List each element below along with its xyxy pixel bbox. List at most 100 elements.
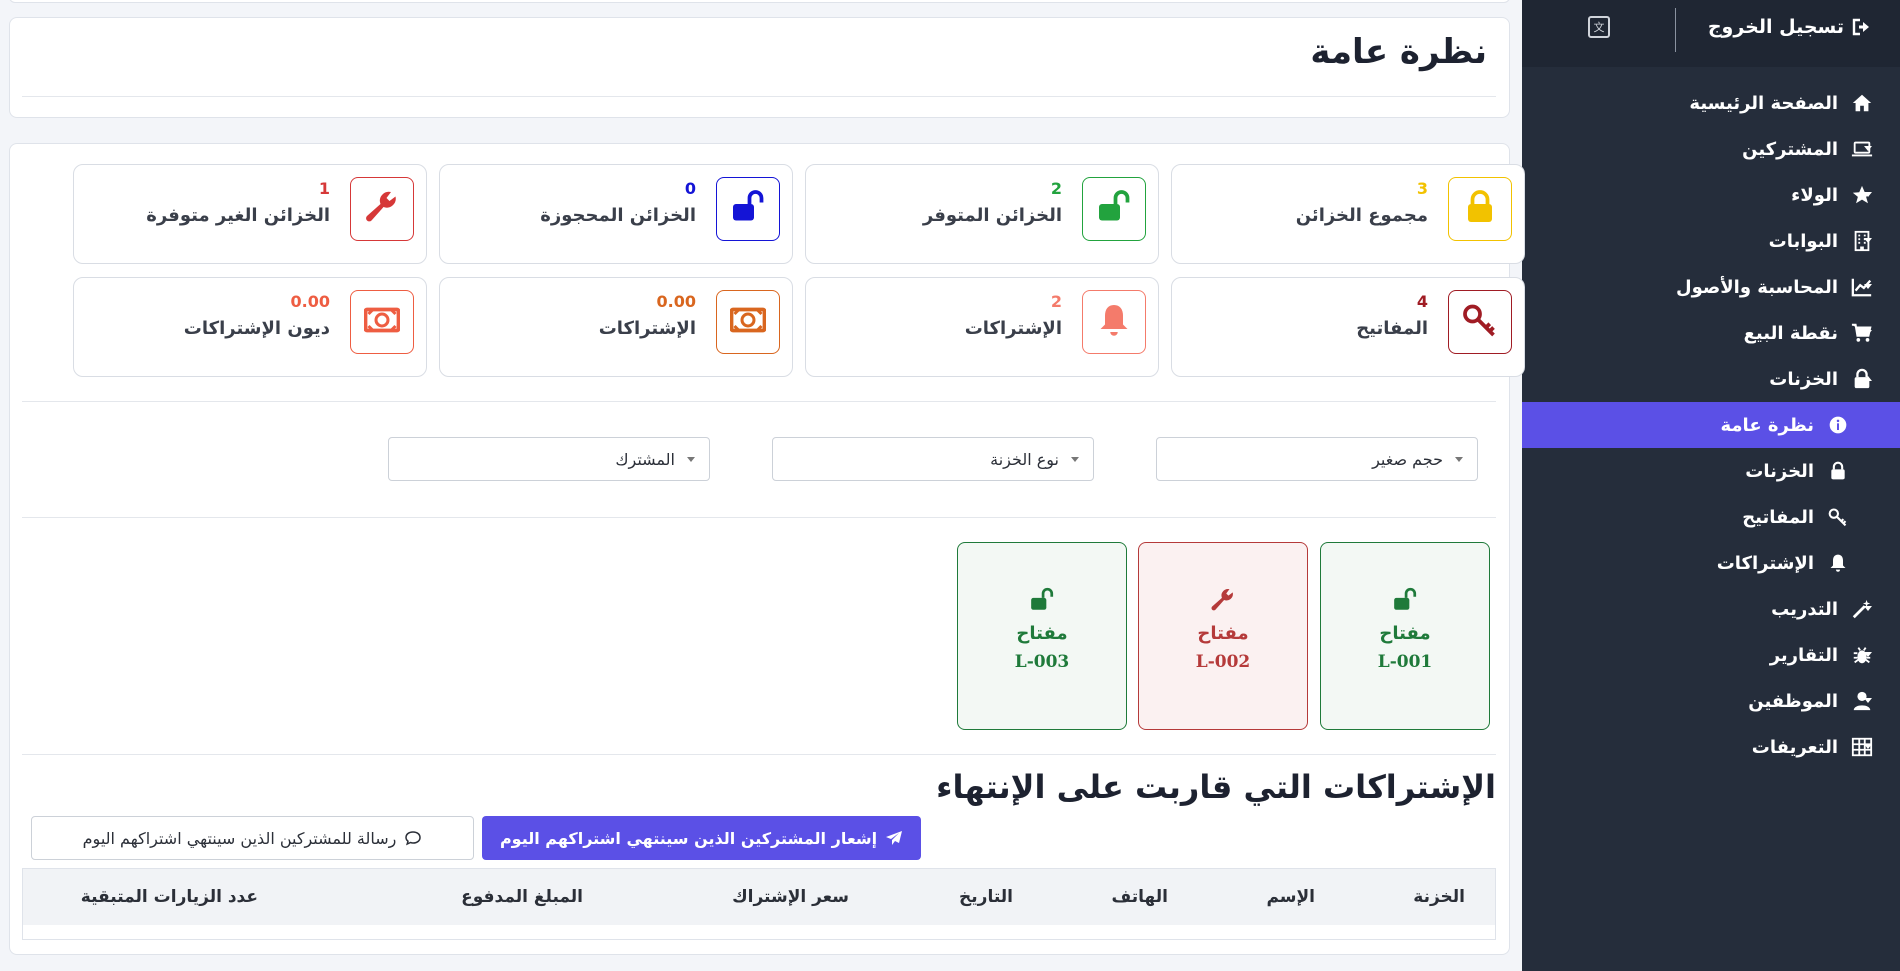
- stat-icon-box: [716, 290, 780, 354]
- money-icon: [363, 302, 401, 342]
- stat-label: الخزائن المتوفر: [922, 205, 1062, 226]
- stat-value: 4: [1416, 292, 1428, 311]
- sidebar-item[interactable]: الصفحة الرئيسية: [1522, 80, 1900, 126]
- chevron-down-icon: [1864, 330, 1872, 335]
- chevron-down-icon: [1864, 146, 1872, 151]
- sign-out-icon: [1852, 18, 1869, 36]
- locker-type-select-value: نوع الخزنة: [990, 450, 1059, 469]
- stat-label: الخزائن المحجوزة: [540, 205, 696, 226]
- message-expiring-label: رسالة للمشتركين الذين سينتهي اشتراكهم ال…: [82, 828, 397, 848]
- stat-label: الإشتراكات: [964, 318, 1062, 339]
- size-select-value: حجم صغير: [1372, 450, 1443, 469]
- stat-card: 0 الخزائن المحجوزة: [439, 164, 793, 264]
- stat-value: 2: [1050, 179, 1062, 198]
- expiring-title: الإشتراكات التي قاربت على الإنتهاء: [936, 768, 1496, 806]
- sidebar-item-label: نظرة عامة: [1720, 414, 1815, 436]
- sidebar-item-label: المفاتيح: [1742, 506, 1814, 528]
- key-name: مفتاح: [1197, 623, 1249, 644]
- chevron-down-icon: [1864, 652, 1872, 657]
- stat-value: 0.00: [290, 292, 330, 311]
- stat-card: 0.00 ديون الإشتراكات: [73, 277, 427, 377]
- sidebar-item-label: المحاسبة والأصول: [1675, 276, 1838, 298]
- stat-icon-box: [350, 177, 414, 241]
- bell-icon: [1096, 302, 1132, 342]
- unlock-icon: [1029, 587, 1055, 613]
- subscriber-select[interactable]: المشترك: [388, 437, 710, 481]
- paper-plane-icon: [886, 831, 903, 845]
- stat-value: 1: [318, 179, 330, 198]
- stat-label: مجموع الخزائن: [1295, 205, 1428, 226]
- column-header-visits: عدد الزيارات المتبقية: [80, 887, 258, 907]
- key-icon: [1826, 505, 1850, 529]
- stat-label: الإشتراكات: [598, 318, 696, 339]
- sidebar-item[interactable]: نقطة البيع: [1522, 310, 1900, 356]
- sidebar-item[interactable]: التدريب: [1522, 586, 1900, 632]
- sidebar-item[interactable]: المشتركين: [1522, 126, 1900, 172]
- column-header-price: سعر الإشتراك: [732, 887, 849, 907]
- sidebar-item-label: المشتركين: [1742, 138, 1838, 160]
- stat-value: 2: [1050, 292, 1062, 311]
- chevron-down-icon: [1864, 192, 1872, 197]
- sidebar-item[interactable]: المفاتيح: [1522, 494, 1900, 540]
- stat-card: 2 الإشتراكات: [805, 277, 1159, 377]
- stat-icon-box: [716, 177, 780, 241]
- notify-expiring-button[interactable]: إشعار المشتركين الذين سينتهي اشتراكهم ال…: [482, 816, 921, 860]
- key-code: L-003: [1014, 652, 1070, 672]
- column-header-paid: المبلغ المدفوع: [461, 887, 583, 907]
- stat-icon-box: [350, 290, 414, 354]
- title-panel: نظرة عامة: [9, 17, 1510, 118]
- sidebar-item-label: البوابات: [1768, 230, 1838, 252]
- key-card[interactable]: مفتاح L-003: [957, 542, 1127, 730]
- key-card[interactable]: مفتاح L-001: [1320, 542, 1490, 730]
- sidebar-item[interactable]: البوابات: [1522, 218, 1900, 264]
- sidebar-header: تسجيل الخروج 文: [1522, 0, 1900, 67]
- stat-icon-box: [1448, 290, 1512, 354]
- key-name: مفتاح: [1379, 623, 1431, 644]
- sidebar-item-label: الإشتراكات: [1716, 552, 1814, 574]
- stat-label: ديون الإشتراكات: [183, 318, 330, 339]
- lock-icon: [1826, 459, 1850, 483]
- stat-icon-box: [1448, 177, 1512, 241]
- expiring-table: الخزنة الإسم الهاتف التاريخ سعر الإشتراك…: [22, 868, 1496, 940]
- message-expiring-button[interactable]: رسالة للمشتركين الذين سينتهي اشتراكهم ال…: [31, 816, 474, 860]
- sidebar-item[interactable]: الإشتراكات: [1522, 540, 1900, 586]
- stat-card: 1 الخزائن الغير متوفرة: [73, 164, 427, 264]
- key-code: L-002: [1195, 652, 1251, 672]
- sidebar-item[interactable]: التعريفات: [1522, 724, 1900, 770]
- chevron-down-icon: [1864, 698, 1872, 703]
- size-select[interactable]: حجم صغير: [1156, 437, 1478, 481]
- sidebar-item[interactable]: الموظفين: [1522, 678, 1900, 724]
- key-code: L-001: [1377, 652, 1433, 672]
- sidebar-item[interactable]: الولاء: [1522, 172, 1900, 218]
- sidebar-item[interactable]: الخزنات: [1522, 448, 1900, 494]
- sidebar-item-label: الخزنات: [1769, 368, 1838, 390]
- logout-button[interactable]: تسجيل الخروج: [1708, 16, 1872, 38]
- chevron-down-icon: [1864, 284, 1872, 289]
- language-icon[interactable]: 文: [1588, 16, 1610, 38]
- stat-icon-box: [1082, 290, 1146, 354]
- comment-icon: [405, 831, 422, 846]
- chevron-down-icon: [687, 457, 695, 462]
- locker-type-select[interactable]: نوع الخزنة: [772, 437, 1094, 481]
- sidebar-item-label: التقارير: [1769, 644, 1838, 666]
- unlock-icon: [1392, 587, 1418, 613]
- chevron-down-icon: [1071, 457, 1079, 462]
- sidebar-item-label: التدريب: [1771, 598, 1838, 620]
- sidebar-item[interactable]: الخزنات: [1522, 356, 1900, 402]
- sidebar-item[interactable]: نظرة عامة: [1522, 402, 1900, 448]
- sidebar-item[interactable]: التقارير: [1522, 632, 1900, 678]
- sidebar-item-label: الخزنات: [1745, 460, 1814, 482]
- column-header-locker: الخزنة: [1413, 887, 1465, 907]
- top-strip: [9, 0, 1510, 3]
- sidebar-item[interactable]: المحاسبة والأصول: [1522, 264, 1900, 310]
- column-header-phone: الهاتف: [1111, 887, 1168, 907]
- stat-card: 4 المفاتيح: [1171, 277, 1525, 377]
- divider: [22, 517, 1496, 518]
- info-icon: [1826, 413, 1850, 437]
- wrench-icon: [1210, 587, 1236, 613]
- key-card[interactable]: مفتاح L-002: [1138, 542, 1308, 730]
- chevron-down-icon: [1864, 744, 1872, 749]
- chevron-down-icon: [1864, 238, 1872, 243]
- unlock-icon: [730, 189, 766, 229]
- stat-label: الخزائن الغير متوفرة: [146, 205, 330, 226]
